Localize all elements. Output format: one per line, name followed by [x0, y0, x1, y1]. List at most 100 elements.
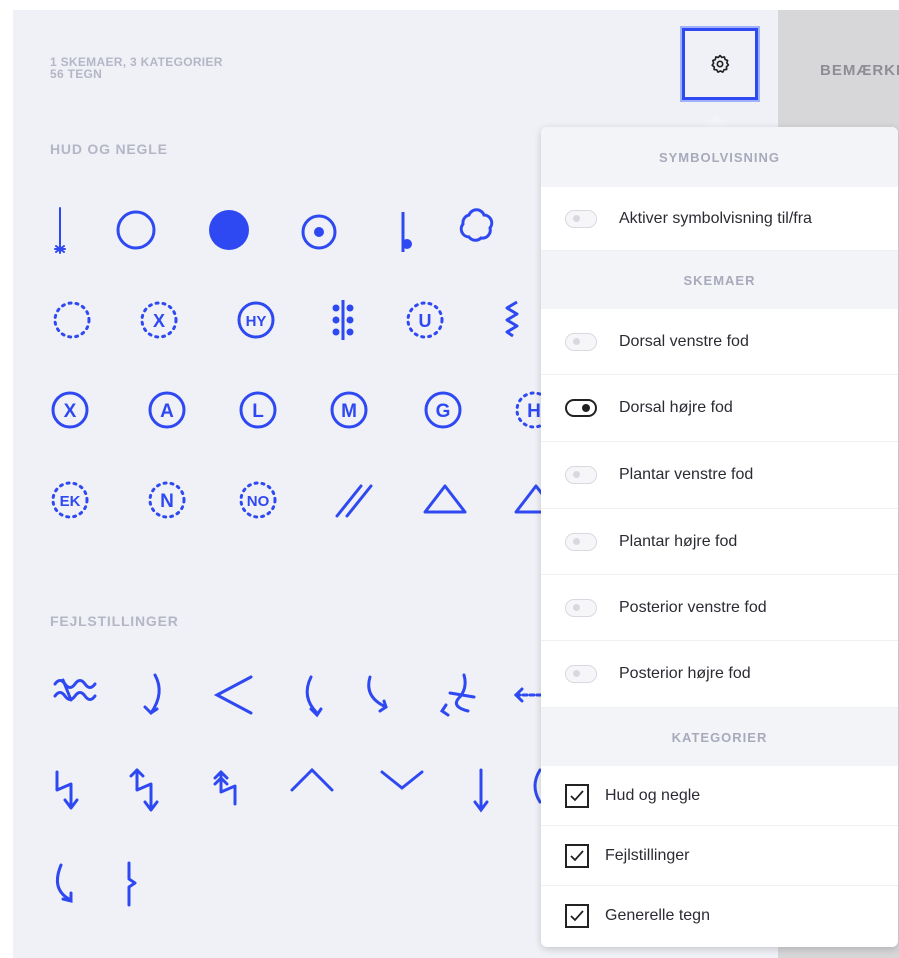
symbol-letter-a: A [160, 401, 174, 422]
symbol-dotted-circle-h[interactable]: H [510, 385, 541, 435]
brace-icon [127, 861, 137, 907]
toggle-symbolvisning-label: Aktiver symbolvisning til/fra [619, 209, 812, 227]
symbol-left-curve-arrow[interactable] [290, 670, 340, 720]
symbol-triangle-p[interactable] [512, 475, 541, 525]
toggle-symbolvisning[interactable] [565, 209, 597, 228]
symbol-hook-arrow[interactable] [355, 670, 405, 720]
symbol-zigzag[interactable] [488, 295, 538, 345]
settings-button[interactable] [682, 28, 758, 100]
skema-row-posterior-venstre[interactable]: Posterior venstre fod [541, 575, 898, 641]
symbol-circle-m[interactable]: M [324, 385, 374, 435]
symbol-chevron-left[interactable] [208, 670, 258, 720]
symbol-circle-g[interactable]: G [418, 385, 468, 435]
symbol-letter-u: U [419, 311, 432, 331]
symbol-triangle[interactable] [420, 475, 470, 525]
symbol-dotted-circle-ek[interactable]: EK [45, 475, 95, 525]
symbol-letter-no: NO [247, 493, 270, 510]
symbol-open-circle[interactable] [111, 205, 161, 255]
triangle-icon [423, 484, 467, 514]
symbol-letter-l: L [252, 401, 264, 422]
up-down-zigzag-icon [129, 768, 159, 812]
dotted-circle-ek-icon: EK [51, 481, 89, 519]
kategori-row-generelle-tegn[interactable]: Generelle tegn [541, 886, 898, 946]
toggle-posterior-hojre[interactable] [565, 665, 597, 683]
circle-l-icon: L [239, 391, 277, 429]
kategorier-header: KATEGORIER [541, 708, 898, 766]
symbol-partial-curve[interactable] [520, 765, 541, 815]
kategori-label: Generelle tegn [605, 907, 710, 924]
checkbox-fejlstillinger[interactable] [565, 843, 589, 868]
kategori-row-hud-og-negle[interactable]: Hud og negle [541, 766, 898, 826]
symbol-circle-hy[interactable]: HY [231, 295, 281, 345]
toggle-dorsal-venstre[interactable] [565, 332, 597, 351]
symbol-cloud[interactable] [452, 200, 502, 250]
skema-label: Dorsal venstre fod [619, 332, 749, 350]
skema-label: Dorsal højre fod [619, 399, 733, 416]
curve-arrow-icon [143, 673, 161, 715]
toggle-symbolvisning-row[interactable]: Aktiver symbolvisning til/fra [541, 187, 898, 251]
symbol-down-arrow[interactable] [456, 765, 506, 815]
symbol-dotted-circle-x[interactable]: X [134, 295, 184, 345]
symbol-circle-a[interactable]: A [142, 385, 192, 435]
skema-row-dorsal-hojre[interactable]: Dorsal højre fod [541, 375, 898, 442]
gear-icon [711, 54, 730, 73]
dotted-circle-no-icon: NO [239, 481, 277, 519]
skemaer-header: SKEMAER [541, 251, 898, 309]
symbol-needle-star[interactable] [35, 205, 85, 255]
symbol-hook-down-arrow[interactable] [40, 858, 90, 908]
symbol-letter-g: G [436, 401, 451, 422]
dotted-circle-x-icon: X [140, 301, 178, 339]
cloud-icon [459, 208, 494, 242]
toggle-plantar-venstre[interactable] [565, 466, 597, 484]
symbol-brace[interactable] [110, 858, 160, 908]
symbol-double-slash[interactable] [328, 475, 378, 525]
symbol-circle-x[interactable]: X [45, 385, 95, 435]
symbol-letter-m: M [341, 401, 357, 422]
symbol-dotted-circle[interactable] [47, 295, 97, 345]
kategori-row-fejlstillinger[interactable]: Fejlstillinger [541, 826, 898, 886]
double-up-zigzag-icon [213, 770, 237, 806]
toggle-dorsal-hojre[interactable] [565, 399, 597, 417]
double-slash-icon [335, 484, 373, 518]
symbol-caret-up[interactable] [287, 755, 337, 805]
symbol-dotted-circle-u[interactable]: U [400, 295, 450, 345]
skema-row-plantar-venstre[interactable]: Plantar venstre fod [541, 442, 898, 509]
symbol-up-down-zigzag[interactable] [120, 765, 170, 815]
symbol-circle-l[interactable]: L [233, 385, 283, 435]
checkbox-hud-og-negle[interactable] [565, 783, 589, 808]
symbol-dotted-circle-no[interactable]: NO [233, 475, 283, 525]
line-dots-icon [332, 300, 354, 340]
toggle-posterior-venstre[interactable] [565, 598, 597, 617]
symbol-dot-circle[interactable] [294, 205, 344, 255]
dot-circle-icon [301, 214, 337, 250]
symbol-caret-down[interactable] [377, 755, 427, 805]
symbol-curve-arrow[interactable] [130, 670, 180, 720]
dotted-circle-u-icon: U [406, 301, 444, 339]
checkmark-icon [570, 849, 584, 861]
hook-arrow-icon [367, 675, 388, 713]
symbol-zigzag-down-arrow[interactable] [40, 765, 90, 815]
symbol-line-dot[interactable] [378, 205, 428, 255]
kategori-label: Hud og negle [605, 786, 701, 804]
checkbox-generelle-tegn[interactable] [565, 904, 589, 928]
symbol-line-dots[interactable] [318, 295, 368, 345]
symbol-arrow-left[interactable] [512, 670, 541, 720]
symbol-dotted-circle-n[interactable]: N [142, 475, 192, 525]
zigzag-down-arrow-icon [55, 770, 79, 810]
section-hud-og-negle: HUD OG NEGLE [50, 141, 168, 157]
skema-row-posterior-hojre[interactable]: Posterior højre fod [541, 641, 898, 708]
notes-tab-label: BEMÆRKNINGER [820, 62, 899, 79]
triangle-p-icon [514, 484, 541, 514]
crossed-arrow-icon [439, 673, 476, 717]
symbol-double-wave[interactable] [50, 665, 100, 715]
toggle-plantar-hojre[interactable] [565, 532, 597, 551]
skema-row-plantar-hojre[interactable]: Plantar højre fod [541, 509, 898, 575]
symbol-filled-circle[interactable] [204, 205, 254, 255]
symbol-letter-h: H [527, 401, 541, 422]
skema-row-dorsal-venstre[interactable]: Dorsal venstre fod [541, 309, 898, 375]
circle-m-icon: M [330, 391, 368, 429]
dotted-circle-icon [53, 301, 91, 339]
symbol-crossed-arrow[interactable] [433, 670, 483, 720]
symbol-double-up-zigzag[interactable] [202, 765, 252, 815]
double-wave-icon [53, 678, 97, 702]
